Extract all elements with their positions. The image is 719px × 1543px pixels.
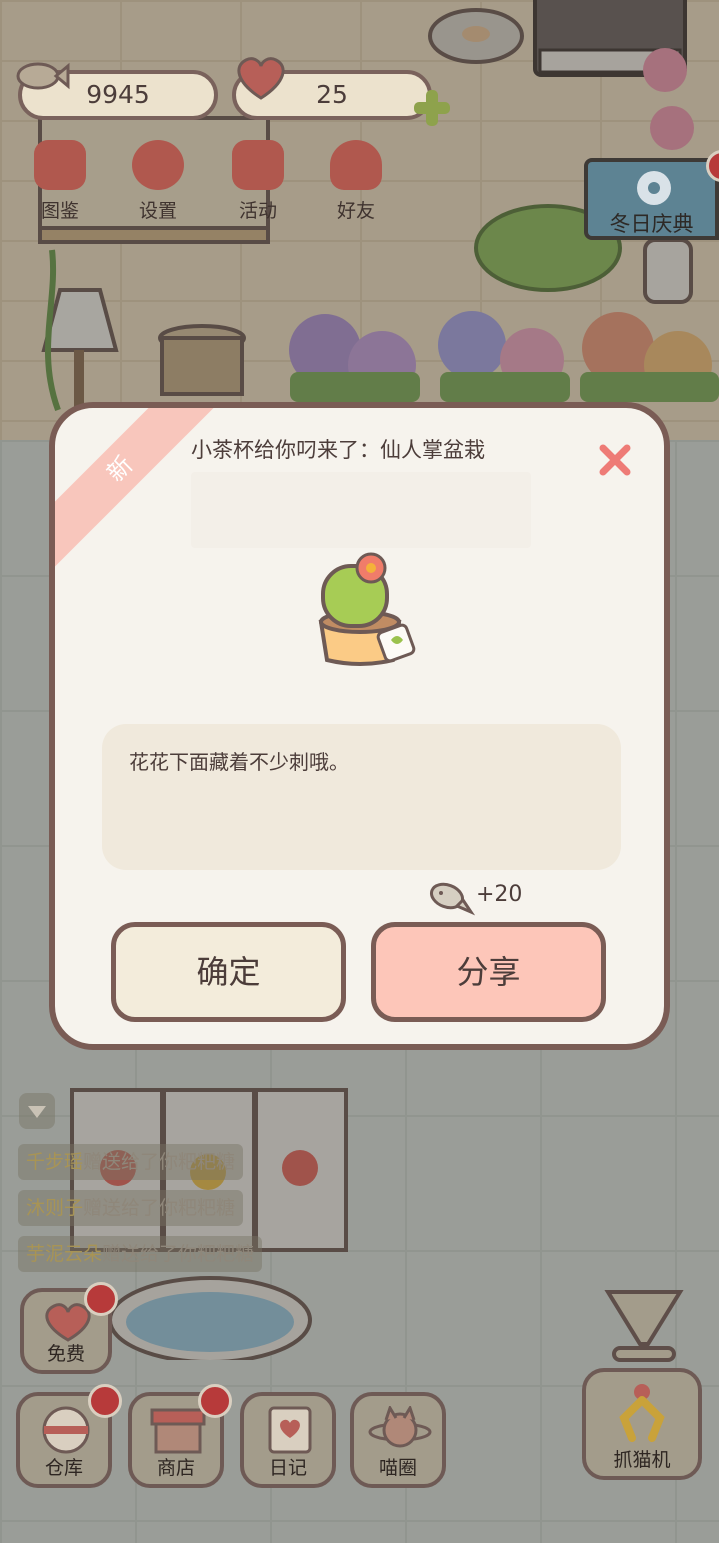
confirm-button-label: 确定 [196, 953, 261, 991]
friends-button[interactable]: 好友 [316, 140, 396, 230]
share-button[interactable]: 分享 [371, 922, 606, 1022]
reward-amount: +20 [476, 882, 523, 907]
gift-message: 赠送给了你粑粑糖 [83, 1197, 236, 1219]
shop-label: 商店 [156, 1457, 195, 1479]
item-received-dialog: 新 小茶杯给你叼来了：仙人掌盆栽 花花下面藏着不少刺哦。 +20 确定 分享 [49, 402, 670, 1050]
item-description-box: 花花下面藏着不少刺哦。 [102, 724, 621, 870]
cat-circle-label: 喵圈 [378, 1457, 417, 1479]
confirm-button[interactable]: 确定 [111, 922, 346, 1022]
gift-feed-item: 芋泥云朵赠送给了你粑粑糖 [18, 1236, 263, 1272]
notification-dot [84, 1282, 118, 1316]
close-icon[interactable] [595, 440, 635, 480]
claw-machine-topper-icon [604, 1290, 684, 1362]
settings-label: 设置 [138, 200, 177, 222]
gift-message: 赠送给了你粑粑糖 [102, 1243, 255, 1265]
claw-icon [619, 1384, 665, 1442]
dialog-title: 小茶杯给你叼来了：仙人掌盆栽 [191, 438, 485, 462]
add-hearts-button[interactable] [410, 86, 454, 130]
gear-icon [132, 140, 184, 190]
settings-button[interactable]: 设置 [118, 140, 198, 230]
cat-circle-button[interactable]: 喵圈 [350, 1392, 446, 1488]
winter-event-banner[interactable]: 冬日庆典 [584, 150, 719, 240]
gift-sender-name: 芋泥云朵 [26, 1243, 103, 1265]
free-label: 免费 [46, 1343, 85, 1365]
diary-icon [268, 1406, 312, 1454]
diary-label: 日记 [268, 1457, 307, 1479]
gift-feed-item: 千步瑶赠送给了你粑粑糖 [18, 1144, 244, 1180]
snowflake-icon [637, 171, 671, 205]
claw-machine-label: 抓猫机 [613, 1449, 671, 1471]
notification-dot [88, 1384, 122, 1418]
gift-sender-name: 千步瑶 [26, 1151, 84, 1173]
winter-event-label: 冬日庆典 [609, 212, 694, 236]
title-subpanel [191, 472, 531, 548]
cat-planet-icon [368, 1406, 432, 1448]
events-button[interactable]: 活动 [218, 140, 298, 230]
share-button-label: 分享 [456, 953, 521, 991]
warehouse-label: 仓库 [44, 1457, 83, 1479]
shop-icon [150, 1408, 206, 1454]
gift-message: 赠送给了你粑粑糖 [83, 1151, 236, 1173]
collection-label: 图鉴 [40, 200, 79, 222]
events-label: 活动 [238, 200, 277, 222]
item-description-text: 花花下面藏着不少刺哦。 [129, 750, 349, 774]
feed-toggle-icon[interactable] [18, 1092, 56, 1130]
warehouse-icon [42, 1406, 90, 1454]
friends-icon [330, 140, 382, 190]
diary-button[interactable]: 日记 [240, 1392, 336, 1488]
collection-button[interactable]: 图鉴 [20, 140, 100, 230]
reward-display: +20 [429, 878, 539, 918]
cactus-pot-icon [318, 552, 416, 666]
heart-icon [237, 57, 285, 100]
gift-sender-name: 沐则子 [26, 1197, 84, 1219]
fish-icon [430, 882, 475, 916]
friends-label: 好友 [336, 200, 375, 222]
notification-dot [198, 1384, 232, 1418]
cat-book-icon [34, 140, 86, 190]
fish-icon [16, 62, 70, 90]
gift-icon [232, 140, 284, 190]
gift-feed-item: 沐则子赠送给了你粑粑糖 [18, 1190, 244, 1226]
claw-machine-button[interactable]: 抓猫机 [582, 1368, 702, 1480]
